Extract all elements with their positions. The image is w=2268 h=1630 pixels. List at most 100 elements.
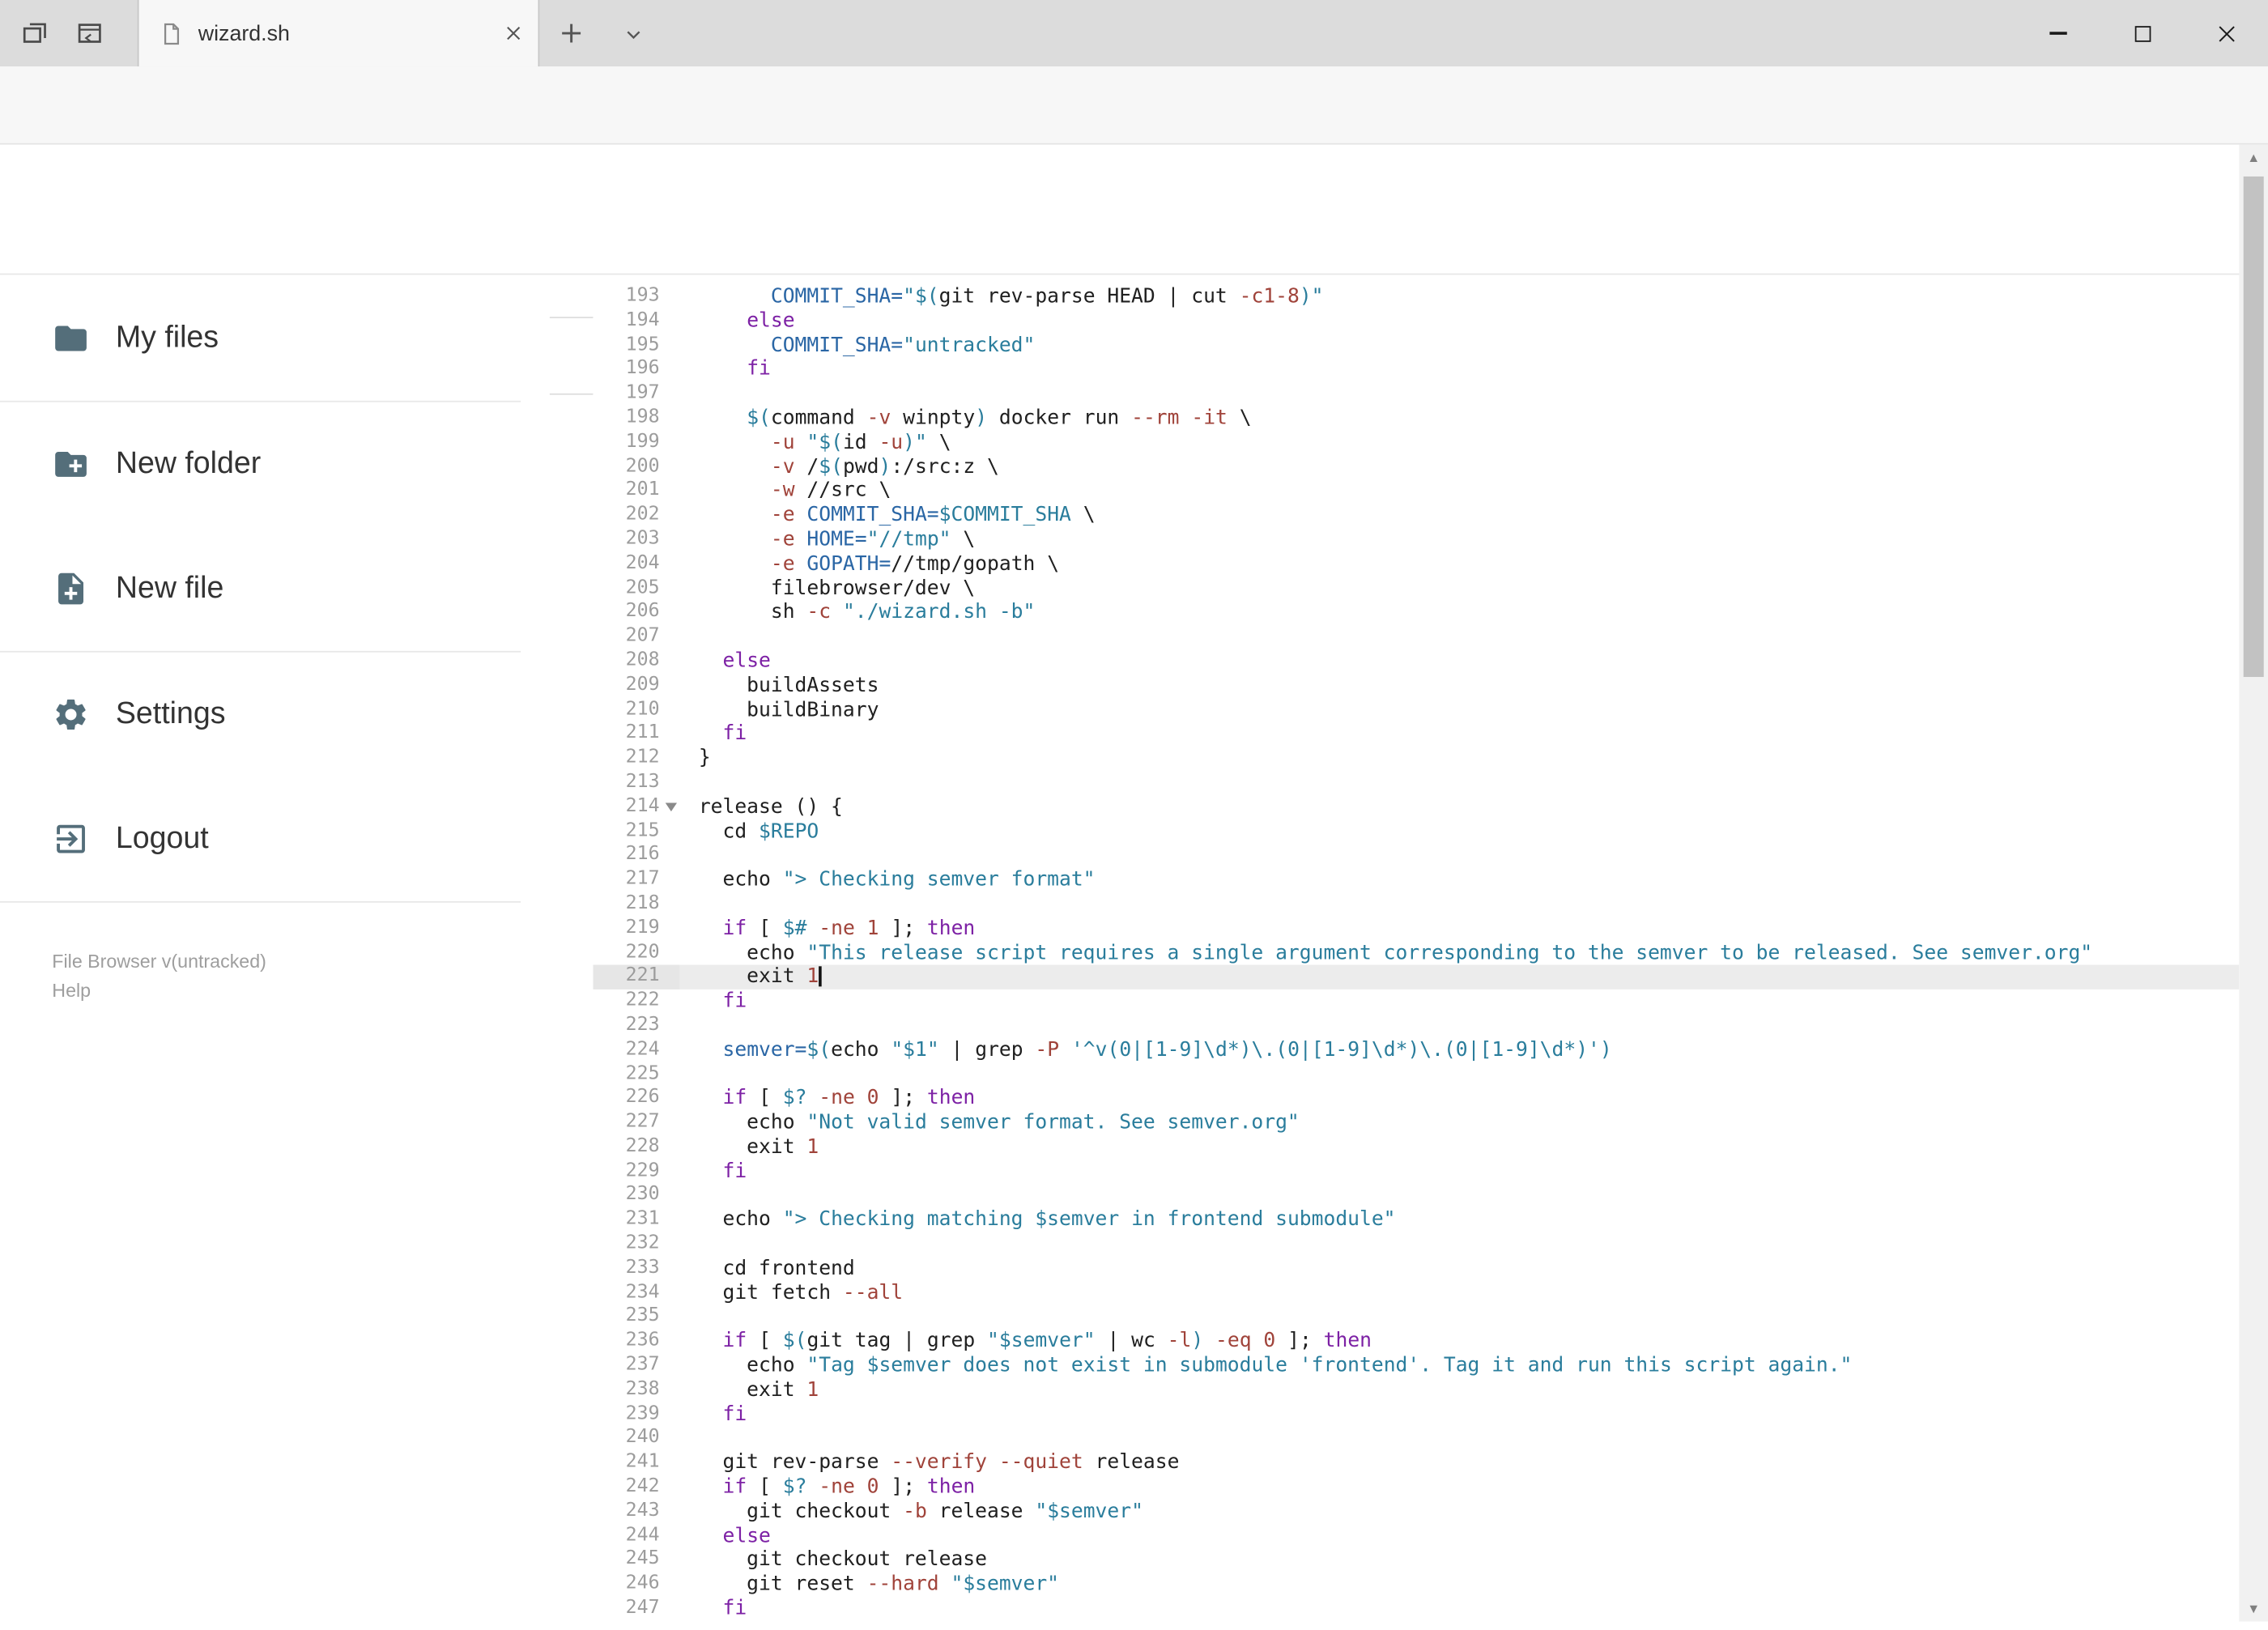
line-number[interactable]: 195 bbox=[593, 334, 679, 358]
code-line[interactable]: 239 fi bbox=[593, 1402, 2239, 1427]
browser-tab[interactable]: wizard.sh bbox=[137, 0, 540, 67]
line-number[interactable]: 193 bbox=[593, 285, 679, 309]
line-number[interactable]: 196 bbox=[593, 358, 679, 382]
code-line[interactable]: 193 COMMIT_SHA="$(git rev-parse HEAD | c… bbox=[593, 285, 2239, 309]
line-number[interactable]: 232 bbox=[593, 1232, 679, 1257]
line-number[interactable]: 247 bbox=[593, 1597, 679, 1621]
code-line[interactable]: 199 -u "$(id -u)" \ bbox=[593, 431, 2239, 455]
sidebar-item-new-folder[interactable]: New folder bbox=[0, 402, 550, 527]
set-tabs-aside-icon[interactable] bbox=[75, 19, 104, 48]
code-line[interactable]: 204 -e GOPATH=//tmp/gopath \ bbox=[593, 552, 2239, 577]
line-number[interactable]: 236 bbox=[593, 1330, 679, 1354]
code-line[interactable]: 208 else bbox=[593, 649, 2239, 674]
code-line[interactable]: 228 exit 1 bbox=[593, 1135, 2239, 1160]
line-number[interactable]: 201 bbox=[593, 479, 679, 504]
line-number[interactable]: 221 bbox=[593, 965, 680, 990]
line-number[interactable]: 229 bbox=[593, 1160, 679, 1184]
code-line[interactable]: 238 exit 1 bbox=[593, 1378, 2239, 1402]
code-line[interactable]: 229 fi bbox=[593, 1160, 2239, 1184]
line-number[interactable]: 239 bbox=[593, 1402, 679, 1427]
code-line[interactable]: 220 echo "This release script requires a… bbox=[593, 941, 2239, 965]
line-number[interactable]: 212 bbox=[593, 747, 679, 771]
code-line[interactable]: 226 if [ $? -ne 0 ]; then bbox=[593, 1087, 2239, 1111]
code-line[interactable]: 214 release () { bbox=[593, 795, 2239, 819]
code-line[interactable]: 245 git checkout release bbox=[593, 1548, 2239, 1573]
line-number[interactable]: 206 bbox=[593, 601, 679, 625]
code-line[interactable]: 200 -v /$(pwd):/src:z \ bbox=[593, 455, 2239, 479]
close-button[interactable] bbox=[2184, 0, 2268, 66]
code-line[interactable]: 217 echo "> Checking semver format" bbox=[593, 868, 2239, 892]
code-line[interactable]: 240 bbox=[593, 1427, 2239, 1451]
line-number[interactable]: 211 bbox=[593, 722, 679, 747]
scroll-up-icon[interactable]: ▲ bbox=[2239, 145, 2268, 171]
line-number[interactable]: 194 bbox=[593, 309, 679, 334]
line-number[interactable]: 223 bbox=[593, 1014, 679, 1038]
line-number[interactable]: 231 bbox=[593, 1208, 679, 1232]
code-line[interactable]: 233 cd frontend bbox=[593, 1257, 2239, 1281]
new-tab-button[interactable] bbox=[555, 17, 587, 49]
code-line[interactable]: 232 bbox=[593, 1232, 2239, 1257]
line-number[interactable]: 214 bbox=[593, 795, 679, 819]
line-number[interactable]: 227 bbox=[593, 1111, 679, 1135]
code-line[interactable]: 196 fi bbox=[593, 358, 2239, 382]
code-line[interactable]: 215 cd $REPO bbox=[593, 819, 2239, 844]
line-number[interactable]: 209 bbox=[593, 674, 679, 698]
scroll-down-icon[interactable]: ▼ bbox=[2239, 1595, 2268, 1621]
line-number[interactable]: 216 bbox=[593, 844, 679, 868]
code-line[interactable]: 197 bbox=[593, 382, 2239, 406]
line-number[interactable]: 204 bbox=[593, 552, 679, 577]
line-number[interactable]: 244 bbox=[593, 1524, 679, 1548]
code-line[interactable]: 219 if [ $# -ne 1 ]; then bbox=[593, 917, 2239, 941]
line-number[interactable]: 228 bbox=[593, 1135, 679, 1160]
code-line[interactable]: 224 semver=$(echo "$1" | grep -P '^v(0|[… bbox=[593, 1038, 2239, 1062]
code-line[interactable]: 246 git reset --hard "$semver" bbox=[593, 1573, 2239, 1597]
line-number[interactable]: 230 bbox=[593, 1184, 679, 1208]
code-line[interactable]: 244 else bbox=[593, 1524, 2239, 1548]
code-line[interactable]: 195 COMMIT_SHA="untracked" bbox=[593, 334, 2239, 358]
line-number[interactable]: 224 bbox=[593, 1038, 679, 1062]
line-number[interactable]: 222 bbox=[593, 989, 679, 1014]
vertical-scrollbar[interactable]: ▲ ▼ bbox=[2239, 144, 2268, 1622]
sidebar-item-logout[interactable]: Logout bbox=[0, 777, 550, 901]
line-number[interactable]: 246 bbox=[593, 1573, 679, 1597]
code-line[interactable]: 237 echo "Tag $semver does not exist in … bbox=[593, 1354, 2239, 1378]
code-line[interactable]: 194 else bbox=[593, 309, 2239, 334]
code-line[interactable]: 207 bbox=[593, 625, 2239, 649]
code-line[interactable]: 205 filebrowser/dev \ bbox=[593, 577, 2239, 601]
line-number[interactable]: 208 bbox=[593, 649, 679, 674]
code-line[interactable]: 216 bbox=[593, 844, 2239, 868]
line-number[interactable]: 218 bbox=[593, 892, 679, 917]
line-number[interactable]: 217 bbox=[593, 868, 679, 892]
code-line[interactable]: 230 bbox=[593, 1184, 2239, 1208]
code-line[interactable]: 225 bbox=[593, 1062, 2239, 1087]
line-number[interactable]: 220 bbox=[593, 941, 679, 965]
tab-preview-icon[interactable] bbox=[20, 19, 49, 48]
code-line[interactable]: 218 bbox=[593, 892, 2239, 917]
line-number[interactable]: 198 bbox=[593, 406, 679, 431]
line-number[interactable]: 205 bbox=[593, 577, 679, 601]
code-line[interactable]: 209 buildAssets bbox=[593, 674, 2239, 698]
code-line[interactable]: 223 bbox=[593, 1014, 2239, 1038]
line-number[interactable]: 242 bbox=[593, 1475, 679, 1500]
code-line[interactable]: 221 exit 1 bbox=[593, 965, 2240, 990]
sidebar-item-new-file[interactable]: New file bbox=[0, 526, 550, 651]
fold-arrow-icon[interactable] bbox=[665, 802, 678, 811]
line-number[interactable]: 197 bbox=[593, 382, 679, 406]
line-number[interactable]: 200 bbox=[593, 455, 679, 479]
line-number[interactable]: 243 bbox=[593, 1500, 679, 1524]
line-number[interactable]: 202 bbox=[593, 504, 679, 528]
line-number[interactable]: 213 bbox=[593, 771, 679, 795]
code-line[interactable]: 201 -w //src \ bbox=[593, 479, 2239, 504]
code-line[interactable]: 235 bbox=[593, 1305, 2239, 1330]
line-number[interactable]: 199 bbox=[593, 431, 679, 455]
code-line[interactable]: 202 -e COMMIT_SHA=$COMMIT_SHA \ bbox=[593, 504, 2239, 528]
line-number[interactable]: 233 bbox=[593, 1257, 679, 1281]
line-number[interactable]: 240 bbox=[593, 1427, 679, 1451]
minimize-button[interactable] bbox=[2016, 0, 2100, 66]
code-line[interactable]: 222 fi bbox=[593, 989, 2239, 1014]
scrollbar-thumb[interactable] bbox=[2243, 176, 2264, 678]
code-line[interactable]: 211 fi bbox=[593, 722, 2239, 747]
line-number[interactable]: 203 bbox=[593, 528, 679, 552]
sidebar-item-my-files[interactable]: My files bbox=[0, 276, 550, 401]
code-line[interactable]: 203 -e HOME="//tmp" \ bbox=[593, 528, 2239, 552]
